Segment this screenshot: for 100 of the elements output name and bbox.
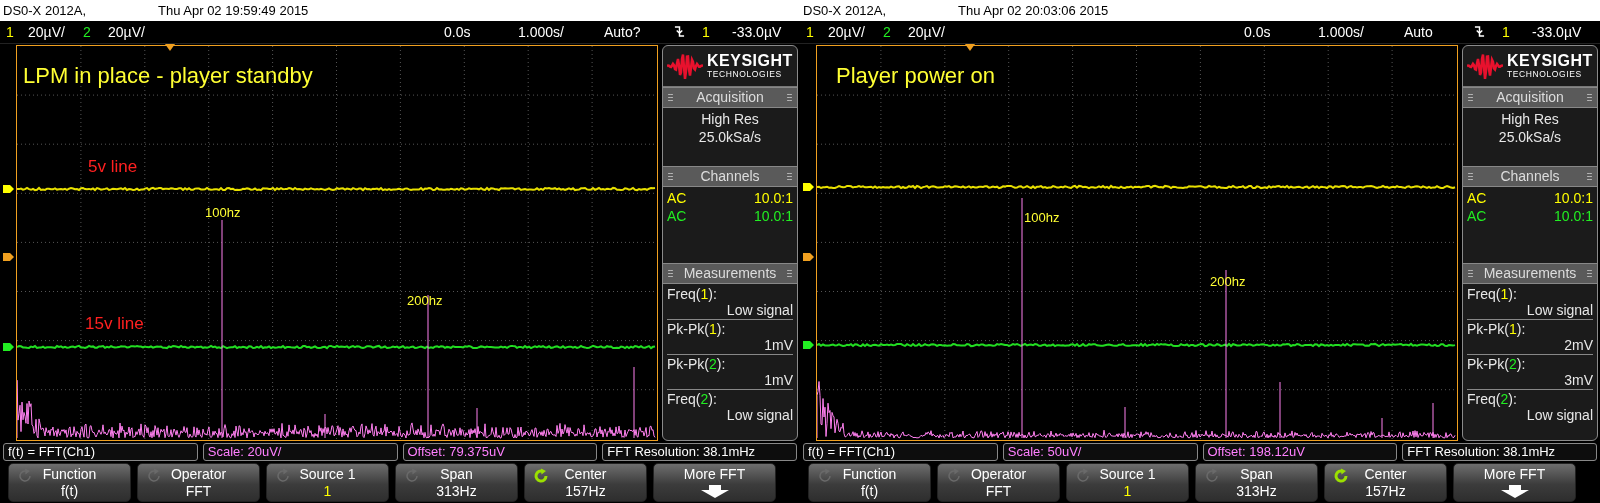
section-title: Channels <box>1500 168 1560 185</box>
channel-marker-icon <box>3 341 15 352</box>
timebase-value: 1.000s/ <box>518 23 565 40</box>
falling-edge-trigger-icon <box>1474 25 1485 39</box>
date-time: Thu Apr 02 19:59:49 2015 <box>158 2 309 18</box>
acquisition-mode: High Res <box>1501 110 1559 127</box>
section-title: Acquisition <box>696 89 764 106</box>
info-field: Scale: 50uV/ <box>1002 442 1198 462</box>
peak-label: 200hz <box>1210 274 1246 288</box>
trigger-source: 1 <box>702 23 711 40</box>
down-arrow-icon <box>699 485 730 499</box>
section-title: Channels <box>700 168 760 185</box>
softkey-button[interactable]: More FFT <box>1453 463 1576 503</box>
softkey-button[interactable]: Center 157Hz <box>1324 463 1447 503</box>
measurement-value: 1mV <box>764 336 793 353</box>
measurement-value: Low signal <box>726 406 793 423</box>
softkey-button[interactable]: Span 313Hz <box>395 463 518 503</box>
waveform-logo-icon <box>667 51 703 80</box>
acquisition-mode: High Res <box>701 110 759 127</box>
trigger-mode: Auto <box>1404 23 1434 40</box>
measurement-value: Low signal <box>1526 301 1593 318</box>
waveform-logo-icon <box>1467 51 1503 80</box>
channel-marker-icon <box>803 339 815 350</box>
plot-title: Player power on <box>836 64 995 87</box>
channel-marker-icon <box>3 183 15 194</box>
channel-number: 1 <box>6 23 15 40</box>
probe-ratio: 10.0:1 <box>754 189 793 206</box>
probe-ratio: 10.0:1 <box>754 207 793 224</box>
trigger-marker-icon <box>3 251 15 262</box>
info-field: f(t) = FFT(Ch1) <box>803 442 998 462</box>
model-label: DS0-X 2012A, <box>3 2 88 18</box>
channel-number: 1 <box>806 23 815 40</box>
softkey-button[interactable]: Operator FFT <box>137 463 260 503</box>
measurement-label: Pk-Pk(1): <box>667 320 727 337</box>
channel-number: 2 <box>883 23 892 40</box>
trigger-source: 1 <box>1502 23 1511 40</box>
peak-label: 200hz <box>407 293 443 307</box>
logo-name: KEYSIGHT <box>1507 52 1593 70</box>
logo-name: KEYSIGHT <box>707 52 793 70</box>
softkey-button[interactable]: Source 1 1 <box>266 463 389 503</box>
delay-value: 0.0s <box>1244 23 1272 40</box>
measurement-value: 2mV <box>1564 336 1593 353</box>
falling-edge-trigger-icon <box>674 25 685 39</box>
trigger-mode: Auto? <box>604 23 642 40</box>
measurement-value: 1mV <box>764 371 793 388</box>
trace-label: 15v line <box>85 314 144 332</box>
channel-scale: 20µV/ <box>908 23 946 40</box>
softkey-button[interactable]: Function f(t) <box>8 463 131 503</box>
probe-ratio: 10.0:1 <box>1554 207 1593 224</box>
sample-rate: 25.0kSa/s <box>698 128 762 145</box>
peak-label: 100hz <box>1024 210 1060 224</box>
plot-title: LPM in place - player standby <box>23 64 313 87</box>
timebase-value: 1.000s/ <box>1318 23 1365 40</box>
measurement-label: Freq(1): <box>667 285 718 302</box>
peak-label: 100hz <box>205 205 241 219</box>
measurement-label: Freq(1): <box>1467 285 1518 302</box>
softkey-button[interactable]: Center 157Hz <box>524 463 647 503</box>
measurement-value: 3mV <box>1564 371 1593 388</box>
info-field: FFT Resolution: 38.1mHz <box>1402 442 1597 462</box>
logo-tagline: TECHNOLOGIES <box>707 69 783 80</box>
measurement-label: Pk-Pk(2): <box>1467 355 1527 372</box>
probe-ratio: 10.0:1 <box>1554 189 1593 206</box>
info-field: Offset: 79.375uV <box>402 442 598 462</box>
trigger-level: -33.0µV <box>732 23 783 40</box>
measurement-label: Freq(2): <box>1467 390 1518 407</box>
section-title: Acquisition <box>1496 89 1564 106</box>
measurement-label: Freq(2): <box>667 390 718 407</box>
info-field: f(t) = FFT(Ch1) <box>3 442 198 462</box>
channel-coupling: AC <box>1467 189 1487 206</box>
measurement-value: Low signal <box>726 301 793 318</box>
section-title: Measurements <box>683 265 777 282</box>
channel-scale: 20µV/ <box>108 23 146 40</box>
softkey-button[interactable]: Source 1 1 <box>1066 463 1189 503</box>
info-field: Offset: 198.12uV <box>1202 442 1398 462</box>
channel-scale: 20µV/ <box>28 23 66 40</box>
trigger-marker-icon <box>803 251 815 262</box>
model-label: DS0-X 2012A, <box>803 2 888 18</box>
channel-coupling: AC <box>667 207 687 224</box>
channel-coupling: AC <box>667 189 687 206</box>
measurement-label: Pk-Pk(2): <box>667 355 727 372</box>
measurement-value: Low signal <box>1526 406 1593 423</box>
softkey-button[interactable]: Operator FFT <box>937 463 1060 503</box>
date-time: Thu Apr 02 20:03:06 2015 <box>958 2 1109 18</box>
info-field: Scale: 20uV/ <box>202 442 398 462</box>
channel-scale: 20µV/ <box>828 23 866 40</box>
softkey-button[interactable]: More FFT <box>653 463 776 503</box>
channel-coupling: AC <box>1467 207 1487 224</box>
softkey-button[interactable]: Span 313Hz <box>1195 463 1318 503</box>
sample-rate: 25.0kSa/s <box>1498 128 1562 145</box>
delay-value: 0.0s <box>444 23 472 40</box>
trigger-level: -33.0µV <box>1532 23 1583 40</box>
info-field: FFT Resolution: 38.1mHz <box>602 442 797 462</box>
section-title: Measurements <box>1483 265 1577 282</box>
channel-marker-icon <box>803 181 815 192</box>
logo-tagline: TECHNOLOGIES <box>1507 69 1583 80</box>
measurement-label: Pk-Pk(1): <box>1467 320 1527 337</box>
down-arrow-icon <box>1499 485 1530 499</box>
channel-number: 2 <box>83 23 92 40</box>
softkey-button[interactable]: Function f(t) <box>808 463 931 503</box>
trace-label: 5v line <box>88 157 138 175</box>
